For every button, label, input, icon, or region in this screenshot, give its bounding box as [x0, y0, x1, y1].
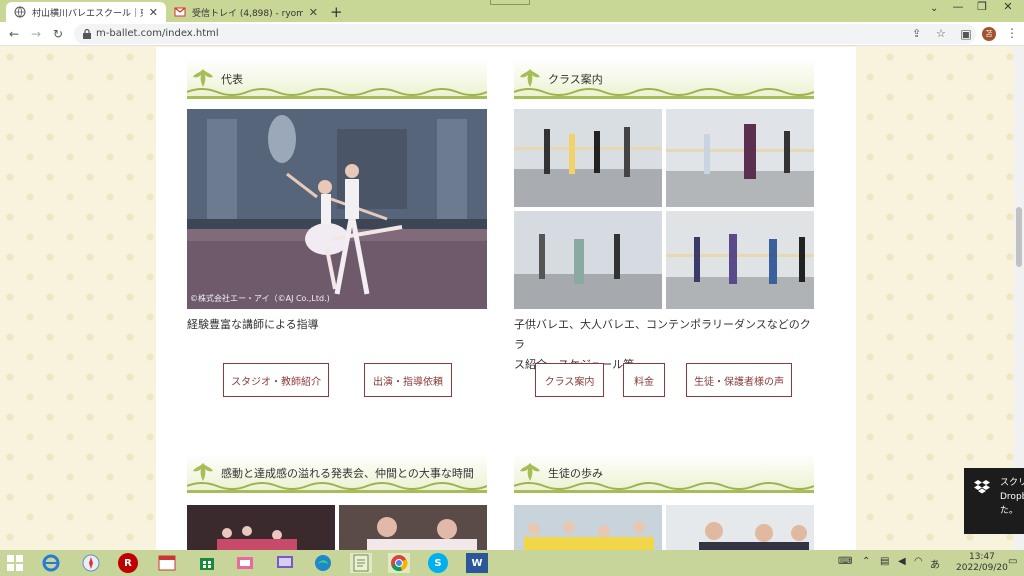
bookmark-star-icon[interactable]: ☆	[936, 27, 946, 40]
close-tab-icon[interactable]: ✕	[149, 6, 158, 19]
back-arrow-icon[interactable]: ←	[6, 26, 22, 42]
skype-icon[interactable]: S	[428, 553, 448, 573]
section-caption: 経験豊富な講師による指導	[187, 318, 319, 331]
class-photo-collage	[514, 109, 814, 309]
ballet-performance-photo[interactable]: ©株式会社エー・アイ（©AJ Co.,Ltd.)	[187, 109, 487, 309]
section-heading-recital: 感動と達成感の溢れる発表会、仲間との大事な時間	[187, 453, 487, 493]
address-bar[interactable]: m-ballet.com/index.html ⇪ ☆	[74, 24, 976, 44]
side-panel-icon[interactable]: ▣	[958, 26, 974, 42]
scrollbar-thumb[interactable]	[1016, 207, 1022, 267]
notification-line: た。	[1000, 506, 1019, 516]
tab-title: 村山横川バレエスクール｜東京都昭	[32, 8, 143, 19]
safari-compass-icon[interactable]	[80, 553, 102, 573]
edge-icon[interactable]	[312, 553, 334, 573]
caption-line: 子供バレエ、大人バレエ、コンテンポラリーダンスなどのクラ	[514, 318, 811, 351]
tab-ballet-school[interactable]: 村山横川バレエスクール｜東京都昭 ✕	[6, 2, 166, 22]
tray-overflow-icon[interactable]: ⌃	[862, 556, 870, 567]
lock-icon	[83, 28, 91, 39]
minimize-button[interactable]: —	[946, 0, 970, 16]
notification-center-icon[interactable]: ▭	[1008, 556, 1017, 567]
tab-search-button[interactable]: ⌄	[930, 3, 938, 14]
notepad-icon[interactable]	[350, 553, 372, 573]
section-heading-students: 生徒の歩み	[514, 453, 814, 493]
ime-icon[interactable]: あ	[930, 556, 940, 571]
notification-text: スクリ Dropb た。	[1000, 476, 1024, 518]
section-title: 感動と達成感の溢れる発表会、仲間との大事な時間	[221, 467, 474, 480]
tab-gmail[interactable]: 受信トレイ (4,898) - ryomuraya ✕	[166, 2, 326, 22]
wifi-icon[interactable]: ◠	[914, 556, 923, 567]
vine-divider	[187, 88, 487, 96]
keyboard-icon[interactable]: ⌨	[838, 556, 852, 567]
page-viewport: 代表 クラス案内 ©株式会社エー・アイ（©AJ Co.,Ltd.) 経験豊富な講…	[0, 47, 1014, 550]
word-icon[interactable]: W	[466, 553, 488, 573]
section-title: 生徒の歩み	[548, 467, 603, 480]
internet-explorer-icon[interactable]	[40, 553, 62, 573]
notification-line: Dropb	[1000, 492, 1024, 502]
url-text: m-ballet.com/index.html	[96, 28, 219, 39]
tab-title: 受信トレイ (4,898) - ryomuraya	[192, 8, 303, 19]
calendar-app-icon[interactable]	[156, 553, 178, 573]
forward-arrow-icon[interactable]: →	[28, 26, 44, 42]
profile-avatar[interactable]: 苫	[982, 27, 996, 41]
vine-divider	[514, 482, 814, 490]
volume-icon[interactable]: ◀	[898, 556, 906, 567]
section-heading-classes: クラス案内	[514, 59, 814, 99]
system-clock[interactable]: 13:47 2022/09/20	[956, 552, 1008, 574]
restore-button[interactable]: ❐	[970, 0, 994, 16]
chrome-icon[interactable]	[388, 553, 410, 573]
photo-app-icon[interactable]	[234, 553, 256, 573]
class-guide-button[interactable]: クラス案内	[535, 363, 604, 397]
share-icon[interactable]: ⇪	[912, 27, 921, 40]
menu-kebab-icon[interactable]: ⋮	[1006, 26, 1018, 40]
notification-line: スクリ	[1000, 478, 1024, 488]
content-column: 代表 クラス案内 ©株式会社エー・アイ（©AJ Co.,Ltd.) 経験豊富な講…	[156, 47, 856, 550]
dropbox-icon	[974, 480, 990, 494]
fees-button[interactable]: 料金	[623, 363, 665, 397]
recital-photos[interactable]	[187, 505, 487, 550]
taskbar: R S W ⌨ ⌃ ▤ ◀ ◠ あ 13:47 2022/09/20 ▭	[0, 550, 1024, 576]
tab-strip: 村山横川バレエスクール｜東京都昭 ✕ 受信トレイ (4,898) - ryomu…	[0, 0, 1024, 22]
testimonials-button[interactable]: 生徒・保護者様の声	[686, 363, 792, 397]
remote-desktop-icon[interactable]	[274, 553, 296, 573]
clock-time: 13:47	[968, 552, 995, 562]
section-title: 代表	[221, 73, 243, 86]
rakuten-icon[interactable]: R	[118, 553, 138, 573]
vine-divider	[187, 482, 487, 490]
globe-icon	[14, 6, 26, 18]
stage-image	[187, 109, 487, 309]
class-photos-grid[interactable]	[514, 109, 814, 309]
close-window-button[interactable]: ✕	[996, 0, 1020, 16]
section-title: クラス案内	[548, 73, 603, 86]
student-photo-strip	[514, 505, 814, 550]
window-grip	[490, 0, 530, 5]
network-icon[interactable]: ▤	[880, 556, 889, 567]
browser-toolbar: ← → ↻ m-ballet.com/index.html ⇪ ☆ ▣ 苫 ⋮	[0, 22, 1024, 46]
clock-date: 2022/09/20	[956, 563, 1008, 573]
windows-start-icon[interactable]	[4, 553, 26, 573]
store-icon[interactable]	[196, 553, 218, 573]
dropbox-notification[interactable]: スクリ Dropb た。	[964, 468, 1024, 534]
recital-photo-strip	[187, 505, 487, 550]
performance-request-button[interactable]: 出演・指導依頼	[364, 363, 452, 397]
new-tab-button[interactable]: +	[330, 3, 343, 21]
close-tab-icon[interactable]: ✕	[309, 6, 318, 19]
student-photos[interactable]	[514, 505, 814, 550]
studio-teachers-button[interactable]: スタジオ・教師紹介	[223, 363, 329, 397]
section-heading-representative: 代表	[187, 59, 487, 99]
photo-credit: ©株式会社エー・アイ（©AJ Co.,Ltd.)	[190, 294, 330, 303]
vine-divider	[514, 88, 814, 96]
gmail-icon	[174, 7, 186, 17]
reload-icon[interactable]: ↻	[50, 26, 66, 42]
